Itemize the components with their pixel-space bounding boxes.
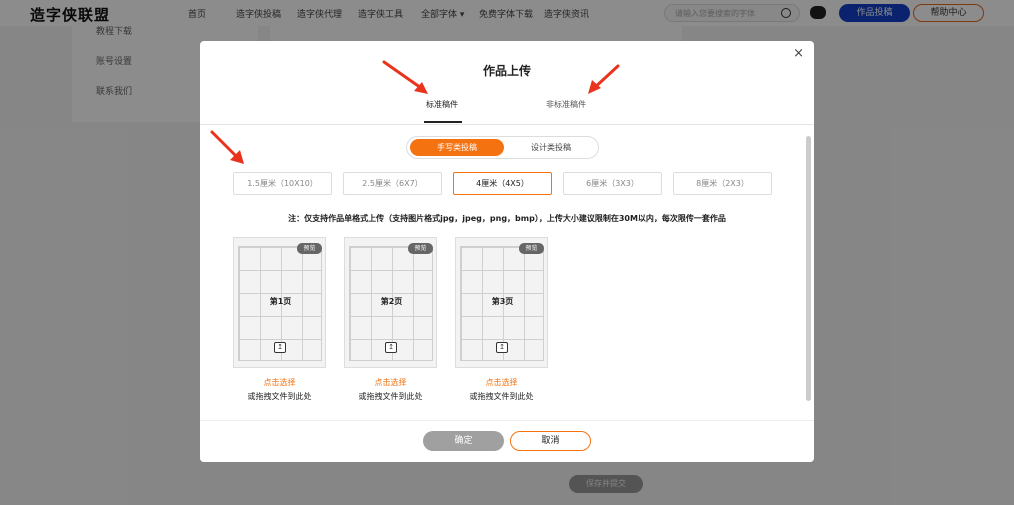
upload-card-page-3[interactable]: 预览 第3页 ↥ [455, 237, 548, 368]
category-segment: 手写类投稿 设计类投稿 [406, 136, 599, 159]
size-option-6cm[interactable]: 6厘米（3X3） [563, 172, 662, 195]
preview-button[interactable]: 预览 [297, 243, 322, 254]
page-label: 第3页 [491, 297, 514, 306]
drag-hint: 或拖拽文件到此处 [247, 392, 312, 401]
size-option-2-5cm[interactable]: 2.5厘米（6X7） [343, 172, 442, 195]
close-icon[interactable]: × [793, 46, 804, 61]
upload-icon[interactable]: ↥ [274, 342, 286, 353]
page-label: 第1页 [269, 297, 292, 306]
size-option-4cm[interactable]: 4厘米（4X5） [453, 172, 552, 195]
preview-button[interactable]: 预览 [519, 243, 544, 254]
tab-standard[interactable]: 标准稿件 [426, 99, 458, 110]
segment-design[interactable]: 设计类投稿 [504, 139, 598, 156]
upload-modal: 作品上传 × 标准稿件 非标准稿件 手写类投稿 设计类投稿 1.5厘米（10X1… [200, 41, 814, 462]
tab-active-indicator [424, 121, 462, 123]
upload-card-page-1[interactable]: 预览 第1页 ↥ [233, 237, 326, 368]
upload-icon[interactable]: ↥ [385, 342, 397, 353]
click-select-link[interactable]: 点击选择 [233, 377, 326, 388]
drag-hint: 或拖拽文件到此处 [358, 392, 423, 401]
click-select-link[interactable]: 点击选择 [455, 377, 548, 388]
tab-divider [200, 124, 814, 125]
modal-title: 作品上传 [482, 64, 531, 78]
annotation-arrow-icon [382, 60, 428, 94]
upload-note: 注：仅支持作品单格式上传（支持图片格式jpg，jpeg，png，bmp），上传大… [288, 214, 726, 223]
modal-footer: 确定 取消 [200, 420, 814, 462]
segment-handwriting[interactable]: 手写类投稿 [410, 139, 504, 156]
annotation-arrow-icon [210, 130, 244, 164]
click-select-link[interactable]: 点击选择 [344, 377, 437, 388]
tab-non-standard[interactable]: 非标准稿件 [546, 99, 586, 110]
modal-scrollbar[interactable] [806, 136, 811, 401]
page-label: 第2页 [380, 297, 403, 306]
drag-hint: 或拖拽文件到此处 [469, 392, 534, 401]
cancel-button[interactable]: 取消 [510, 431, 591, 451]
confirm-button[interactable]: 确定 [423, 431, 504, 451]
size-option-8cm[interactable]: 8厘米（2X3） [673, 172, 772, 195]
upload-icon[interactable]: ↥ [496, 342, 508, 353]
upload-card-page-2[interactable]: 预览 第2页 ↥ [344, 237, 437, 368]
size-option-1-5cm[interactable]: 1.5厘米（10X10） [233, 172, 332, 195]
preview-button[interactable]: 预览 [408, 243, 433, 254]
annotation-arrow-icon [588, 64, 620, 94]
